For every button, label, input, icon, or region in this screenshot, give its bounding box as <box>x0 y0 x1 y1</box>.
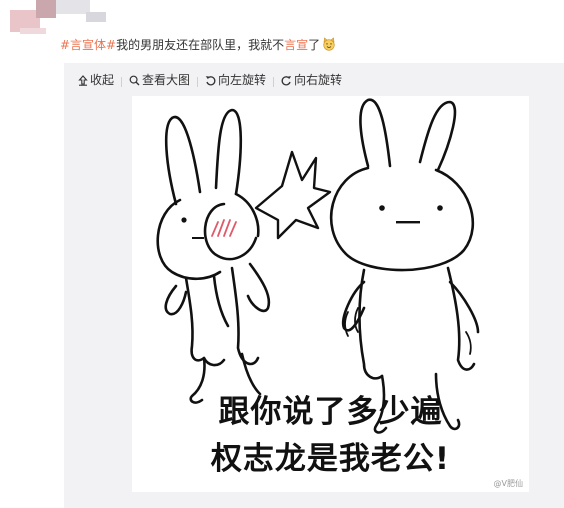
rotate-right-icon <box>281 75 292 85</box>
toolbar-divider <box>273 76 275 87</box>
avatar[interactable] <box>0 0 120 34</box>
rotate-left-button[interactable]: 向左旋转 <box>205 72 266 88</box>
rotate-left-label: 向左旋转 <box>218 73 267 87</box>
view-large-button[interactable]: 查看大图 <box>129 72 190 88</box>
post-text-part: 了 <box>308 38 321 52</box>
image-toolbar: 收起 查看大图 向左旋转 向右旋转 <box>78 72 342 88</box>
rotate-left-icon <box>205 75 216 85</box>
username-blur-block <box>86 12 106 22</box>
image-watermark: @V肥仙 <box>493 479 523 488</box>
avatar-blur-block <box>20 28 46 34</box>
magnifier-icon <box>129 75 140 85</box>
view-large-label: 查看大图 <box>142 73 191 87</box>
username-blur-block <box>56 0 90 14</box>
highlighted-text: 言宣 <box>284 38 309 52</box>
collapse-icon <box>78 74 88 86</box>
post-text-part: 我的男朋友还在部队里，我就不 <box>116 38 285 52</box>
collapse-label: 收起 <box>90 73 115 87</box>
meme-image[interactable]: 跟你说了多少遍 权志龙是我老公! @V肥仙 <box>132 96 529 492</box>
toolbar-divider <box>121 76 123 87</box>
smiling-cat-emoji-icon <box>323 37 335 51</box>
image-viewer: 收起 查看大图 向左旋转 向右旋转 跟你说了多少遍 权志龙是我老公! @V肥仙 <box>64 63 564 508</box>
toolbar-divider <box>197 76 199 87</box>
hashtag-link[interactable]: #言宣体# <box>60 38 116 52</box>
collapse-button[interactable]: 收起 <box>78 72 114 88</box>
avatar-blur-block <box>36 0 56 18</box>
meme-caption-line-1: 跟你说了多少遍 <box>218 394 443 430</box>
post-text: #言宣体#我的男朋友还在部队里，我就不言宣了 <box>60 36 336 54</box>
meme-caption-line-2: 权志龙是我老公! <box>210 441 451 477</box>
rotate-right-button[interactable]: 向右旋转 <box>281 72 342 88</box>
rotate-right-label: 向右旋转 <box>294 73 343 87</box>
